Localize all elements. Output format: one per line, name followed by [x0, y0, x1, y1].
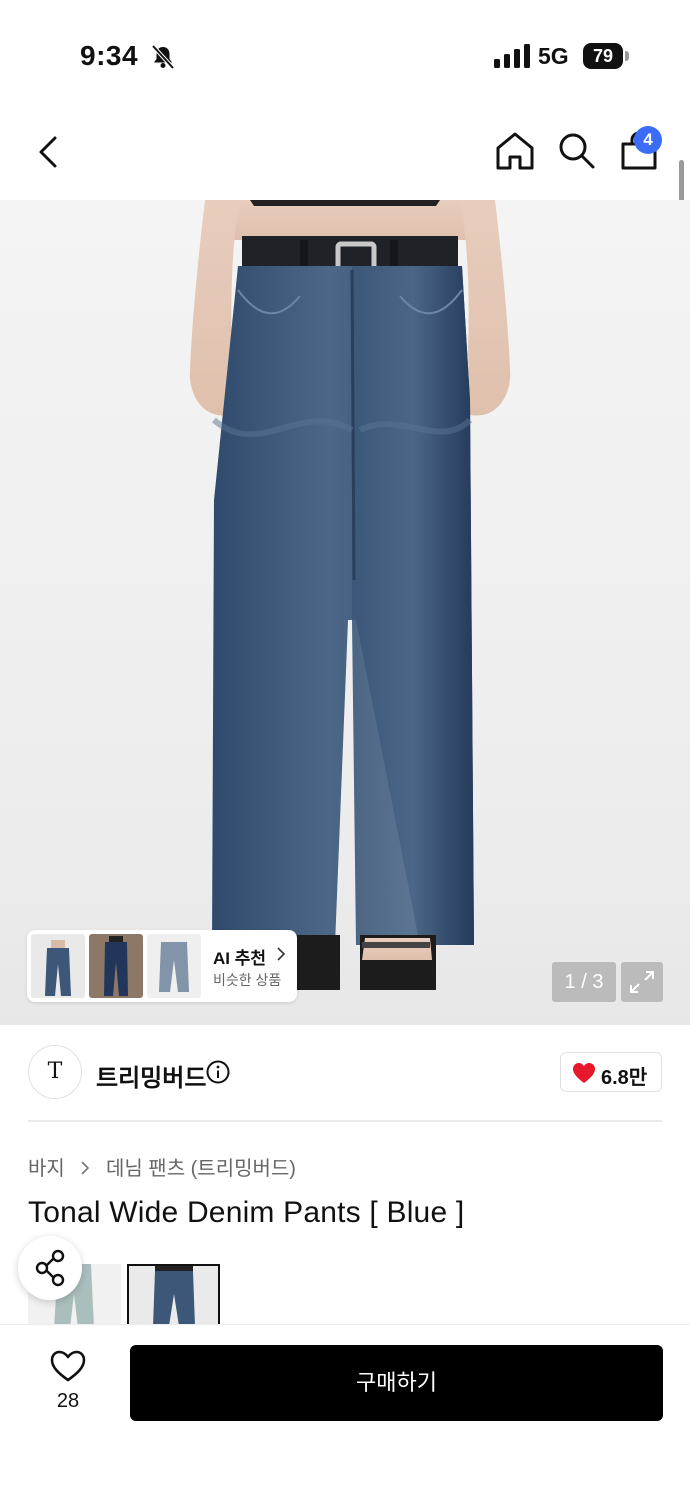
heart-icon: [573, 1063, 595, 1083]
product-image[interactable]: [0, 200, 690, 1025]
battery-level: 79: [583, 43, 623, 69]
network-label: 5G: [538, 43, 569, 69]
battery-icon: 79: [583, 43, 629, 69]
color-variants: [28, 1262, 690, 1324]
product-photo: [189, 200, 511, 990]
share-button[interactable]: [18, 1236, 82, 1300]
brand-logo-text: T: [47, 1059, 63, 1084]
bell-off-icon: [151, 44, 175, 70]
buy-button[interactable]: 구매하기: [130, 1345, 663, 1421]
back-icon[interactable]: [30, 130, 70, 174]
divider: [28, 1120, 662, 1122]
breadcrumb: 바지 데님 팬츠 (트리밍버드): [28, 1152, 296, 1181]
product-title: Tonal Wide Denim Pants [ Blue ]: [28, 1196, 465, 1229]
info-icon[interactable]: [205, 1059, 231, 1085]
cart-count-badge: 4: [634, 126, 662, 154]
chevron-right-icon: [81, 1161, 90, 1175]
status-time: 9:34: [80, 40, 139, 71]
image-page-indicator: 1 / 3: [552, 962, 616, 1002]
heart-icon: [50, 1350, 86, 1382]
search-icon[interactable]: [556, 130, 596, 172]
wishlist-button[interactable]: 28: [30, 1346, 106, 1414]
signal-icon: [494, 44, 530, 68]
brand-logo[interactable]: T: [28, 1045, 82, 1099]
home-icon[interactable]: [494, 130, 536, 172]
reco-thumbnail: [147, 934, 201, 998]
variant-thumbnail-selected[interactable]: [127, 1264, 220, 1324]
breadcrumb-item[interactable]: 데님 팬츠 (트리밍버드): [106, 1152, 296, 1181]
reco-subtitle: 비슷한 상품: [213, 972, 282, 988]
brand-like-count: 6.8만: [601, 1067, 648, 1089]
chevron-right-icon: [277, 947, 286, 961]
expand-image-button[interactable]: [621, 962, 663, 1002]
expand-icon: [630, 971, 654, 993]
reco-title: AI 추천: [213, 949, 267, 968]
ai-recommendation-card[interactable]: AI 추천 비슷한 상품: [27, 930, 297, 1002]
reco-thumbnail: [89, 934, 143, 998]
brand-name[interactable]: 트리밍버드: [96, 1058, 206, 1093]
brand-like-button[interactable]: 6.8만: [560, 1052, 662, 1092]
wishlist-count: 28: [56, 1390, 80, 1412]
share-icon: [35, 1249, 65, 1287]
breadcrumb-item[interactable]: 바지: [28, 1152, 65, 1181]
status-bar: 9:34 5G 79: [0, 0, 690, 110]
reco-thumbnail: [31, 934, 85, 998]
